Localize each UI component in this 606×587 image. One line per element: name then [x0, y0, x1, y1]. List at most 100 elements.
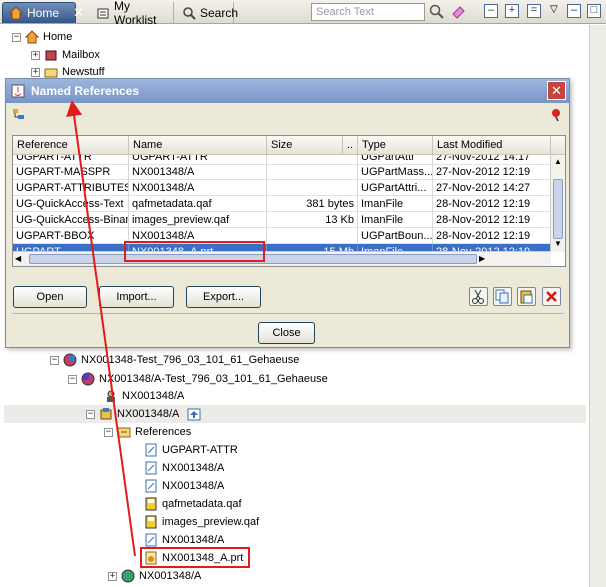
col-last-modified-label[interactable]: Last Modified: [433, 136, 551, 155]
cut-icon[interactable]: [469, 287, 488, 306]
tab-home-label: Home: [27, 6, 60, 20]
col-size-label[interactable]: Size: [267, 136, 343, 155]
table-row[interactable]: UGPART-MASSPR NX001348/A UGPartMass... 2…: [13, 164, 551, 180]
cell-type: ImanFile: [358, 196, 433, 212]
table-horizontal-scrollbar[interactable]: ◀ ▶: [13, 251, 551, 266]
table-row[interactable]: UGPART-BBOX NX001348/A UGPartBoun... 28-…: [13, 228, 551, 244]
tree-ref-item[interactable]: NX001348/A: [144, 459, 224, 477]
dialog-title-bar[interactable]: Named References: [6, 79, 569, 103]
tree-label: NX001348/A: [162, 462, 225, 474]
dialog-close-icon[interactable]: ✕: [547, 81, 566, 100]
import-button[interactable]: Import...: [99, 286, 174, 308]
file-icon: [144, 443, 158, 457]
tree-node-item[interactable]: − NX001348-Test_796_03_101_61_Gehaeuse: [50, 351, 299, 369]
cell-size: 13 Kb: [267, 212, 358, 228]
col-reference-label[interactable]: Reference: [13, 136, 129, 155]
maximize-view-icon[interactable]: □: [587, 4, 601, 18]
tree-ref-item[interactable]: UGPART-ATTR: [144, 441, 238, 459]
cell-modified: 28-Nov-2012 12:19: [433, 228, 551, 244]
dataset-icon: [99, 407, 113, 421]
search-input[interactable]: [311, 3, 425, 21]
search-go-icon[interactable]: [428, 3, 445, 20]
restore-icon[interactable]: =: [527, 4, 541, 18]
tree-label: NX001348/A: [122, 390, 185, 402]
tab-home[interactable]: Home ✕: [2, 2, 84, 23]
upload-icon[interactable]: [187, 407, 201, 421]
copy-icon[interactable]: [493, 287, 512, 306]
cell-size: [267, 164, 358, 180]
file-icon: [144, 479, 158, 493]
pin-icon[interactable]: [549, 108, 563, 122]
named-references-dialog: Named References ✕ Reference Name Size .…: [5, 78, 570, 348]
scroll-up-icon[interactable]: ▲: [553, 157, 563, 167]
col-name-label[interactable]: Name: [129, 136, 267, 155]
collapse-icon[interactable]: −: [12, 32, 21, 42]
worklist-icon: [96, 6, 110, 20]
newstuff-folder-icon: [44, 65, 58, 79]
tree-node-dataset[interactable]: − NX001348/A: [86, 405, 201, 423]
scroll-thumb[interactable]: [553, 179, 563, 239]
col-type-label[interactable]: Type: [358, 136, 433, 155]
close-tab-icon[interactable]: ✕: [73, 5, 84, 21]
tab-my-worklist-label: My Worklist: [114, 0, 157, 27]
tab-search[interactable]: Search: [176, 2, 238, 23]
references-folder-icon: [117, 425, 131, 439]
tree-ref-item[interactable]: images_preview.qaf: [144, 513, 259, 531]
cell-reference: UGPART-ATTRIBUTES: [13, 180, 129, 196]
tab-my-worklist[interactable]: My Worklist: [90, 0, 174, 27]
table-row[interactable]: UG-QuickAccess-Binary images_preview.qaf…: [13, 212, 551, 228]
scroll-right-icon[interactable]: ▶: [479, 254, 489, 264]
expand-icon[interactable]: +: [108, 571, 117, 581]
tree-label: Mailbox: [62, 49, 100, 61]
scroll-left-icon[interactable]: ◀: [15, 254, 25, 264]
item-icon: [63, 353, 77, 367]
table-row[interactable]: UG-QuickAccess-Text qafmetadata.qaf 381 …: [13, 196, 551, 212]
tree-node-revision[interactable]: − NX001348/A-Test_796_03_101_61_Gehaeuse: [68, 370, 328, 388]
tree-label: UGPART-ATTR: [162, 444, 238, 456]
java-app-icon: [11, 84, 25, 98]
paste-icon[interactable]: [517, 287, 536, 306]
tree-label: Newstuff: [62, 66, 105, 78]
revision-icon: [81, 372, 95, 386]
expand-icon[interactable]: +: [31, 67, 40, 77]
tree-node-references[interactable]: − References: [104, 423, 191, 441]
collapse-icon[interactable]: −: [86, 409, 95, 419]
open-button[interactable]: Open: [13, 286, 87, 308]
minimize-icon[interactable]: –: [484, 4, 498, 18]
tree-node-last[interactable]: + NX001348/A: [108, 567, 201, 585]
tree-node-mailbox[interactable]: + Mailbox: [31, 46, 100, 64]
highlight-box-table: [124, 241, 265, 262]
collapse-icon[interactable]: −: [104, 427, 113, 437]
tree-label: NX001348-Test_796_03_101_61_Gehaeuse: [81, 354, 300, 366]
collapse-icon[interactable]: −: [50, 355, 59, 365]
tree-view-icon[interactable]: [12, 108, 26, 122]
cell-name: images_preview.qaf: [129, 212, 267, 228]
cell-name: qafmetadata.qaf: [129, 196, 267, 212]
tree-scrollbar[interactable]: [589, 25, 606, 587]
eraser-icon[interactable]: [450, 3, 467, 20]
highlight-box-tree: [140, 547, 250, 568]
table-vertical-scrollbar[interactable]: ▲ ▼: [550, 155, 565, 252]
mailbox-icon: [44, 48, 58, 62]
cell-size: 381 bytes: [267, 196, 358, 212]
cell-modified: 28-Nov-2012 12:19: [433, 212, 551, 228]
export-button[interactable]: Export...: [186, 286, 261, 308]
close-button[interactable]: Close: [258, 322, 315, 344]
table-row[interactable]: UGPART-ATTRIBUTES NX001348/A UGPartAttri…: [13, 180, 551, 196]
expand-icon[interactable]: +: [31, 50, 40, 60]
tree-node-home[interactable]: − Home: [12, 28, 72, 46]
minimize-view-icon[interactable]: –: [567, 4, 581, 18]
scroll-down-icon[interactable]: ▼: [553, 239, 563, 249]
floppy-file-icon: [144, 515, 158, 529]
tree-node-owner[interactable]: NX001348/A: [104, 387, 184, 405]
cell-reference: UG-QuickAccess-Binary: [13, 212, 129, 228]
view-menu-icon[interactable]: ▽: [550, 4, 558, 15]
tree-ref-item[interactable]: NX001348/A: [144, 477, 224, 495]
col-dots-label[interactable]: ..: [343, 136, 358, 155]
user-icon: [104, 389, 118, 403]
floppy-file-icon: [144, 497, 158, 511]
maximize-icon[interactable]: +: [505, 4, 519, 18]
delete-icon[interactable]: [542, 287, 561, 306]
tree-ref-item[interactable]: qafmetadata.qaf: [144, 495, 242, 513]
collapse-icon[interactable]: −: [68, 374, 77, 384]
